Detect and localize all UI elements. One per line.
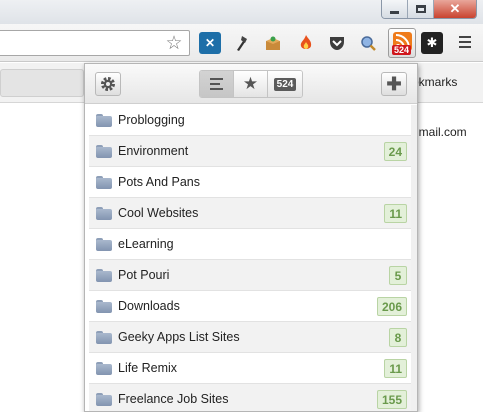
rss-feed-popup: ★ 524 ✚ Problogging Environment 24 Pots … [84, 63, 418, 412]
rss-extension-button[interactable]: 524 [388, 28, 416, 58]
folder-icon [96, 362, 112, 375]
tool-extension-icon[interactable] [231, 32, 253, 54]
folder-name: Downloads [118, 299, 180, 313]
box-icon [266, 36, 280, 50]
folder-name: Environment [118, 144, 189, 158]
maximize-button[interactable] [408, 0, 434, 18]
folder-count-badge: 11 [384, 359, 407, 378]
tool-icon [237, 36, 247, 51]
folder-name: Freelance Job Sites [118, 392, 229, 406]
folder-count-badge: 24 [383, 142, 407, 161]
folder-item[interactable]: Life Remix 11 [89, 353, 411, 384]
folder-name: eLearning [118, 237, 174, 251]
folder-icon [96, 145, 112, 158]
minimize-icon [390, 10, 399, 14]
popup-scrollbar[interactable] [411, 105, 417, 411]
maximize-icon [415, 5, 426, 13]
folder-name: Pot Pouri [118, 268, 170, 282]
menu-icon-line [459, 41, 471, 43]
folder-count-badge: 206 [376, 297, 407, 316]
folder-item[interactable]: Problogging [89, 105, 411, 136]
folder-item[interactable]: eLearning [89, 229, 411, 260]
bookmark-star-icon[interactable]: ☆ [163, 34, 185, 54]
add-feed-button[interactable]: ✚ [381, 72, 407, 96]
folder-count-badge: 8 [389, 328, 407, 347]
folder-item[interactable]: Environment 24 [89, 136, 411, 167]
fire-extension-icon[interactable] [295, 32, 317, 54]
fire-icon [300, 35, 312, 49]
star-icon: ★ [242, 74, 259, 93]
folder-list: Problogging Environment 24 Pots And Pans… [89, 105, 411, 411]
folder-count-badge: 155 [376, 390, 407, 409]
folder-item[interactable]: Cool Websites 11 [89, 198, 411, 229]
tab-list-view[interactable] [200, 71, 234, 97]
minimize-button[interactable] [382, 0, 408, 18]
menu-icon-line [459, 36, 471, 38]
folder-icon [96, 114, 112, 127]
total-count-badge: 524 [273, 77, 297, 91]
address-bar[interactable]: ☆ [0, 30, 190, 56]
folder-item[interactable]: Freelance Job Sites 155 [89, 384, 411, 411]
search-extension-icon[interactable] [357, 32, 379, 54]
search-icon [361, 36, 376, 51]
other-bookmarks-label[interactable]: okmarks [412, 75, 457, 89]
folder-icon [96, 176, 112, 189]
folder-name: Pots And Pans [118, 175, 201, 189]
folder-count-badge: 11 [384, 204, 407, 223]
folder-item[interactable]: Geeky Apps List Sites 8 [89, 322, 411, 353]
stack-extension-icon[interactable]: ✕ [199, 32, 221, 54]
folder-name: Life Remix [118, 361, 178, 375]
tab-unread-count[interactable]: 524 [268, 71, 302, 97]
folder-icon [96, 300, 112, 313]
view-tabs: ★ 524 [199, 70, 303, 98]
folder-count-badge: 5 [389, 266, 407, 285]
folder-item[interactable]: Pots And Pans [89, 167, 411, 198]
folder-item[interactable]: Pot Pouri 5 [89, 260, 411, 291]
folder-icon [96, 331, 112, 344]
folder-name: Geeky Apps List Sites [118, 330, 240, 344]
dark-extension-icon[interactable]: ✱ [421, 32, 443, 54]
folder-name: Cool Websites [118, 206, 199, 220]
browser-toolbar: ☆ ✕ 524 ✱ [0, 24, 483, 62]
unread-count-badge: 524 [392, 45, 412, 55]
folder-icon [96, 238, 112, 251]
box-extension-icon[interactable] [262, 32, 284, 54]
popup-toolbar: ★ 524 ✚ [85, 64, 417, 104]
gear-icon [101, 77, 115, 91]
pocket-extension-icon[interactable] [326, 32, 348, 54]
close-window-button[interactable]: ✕ [434, 0, 476, 18]
close-icon: ✕ [449, 1, 461, 16]
tab-favorites[interactable]: ★ [234, 71, 268, 97]
folder-name: Problogging [118, 113, 185, 127]
folder-icon [96, 269, 112, 282]
chrome-menu-button[interactable] [455, 31, 475, 53]
pocket-icon [330, 37, 344, 50]
title-bar: ✕ [0, 0, 483, 24]
list-icon [210, 78, 223, 90]
plus-icon: ✚ [386, 73, 402, 94]
menu-icon-line [459, 46, 471, 48]
folder-item[interactable]: Downloads 206 [89, 291, 411, 322]
account-email-fragment: gmail.com [412, 125, 467, 139]
settings-button[interactable] [95, 72, 121, 96]
folder-icon [96, 393, 112, 406]
bookmark-item[interactable] [0, 69, 84, 97]
window-controls: ✕ [381, 0, 477, 19]
folder-icon [96, 207, 112, 220]
